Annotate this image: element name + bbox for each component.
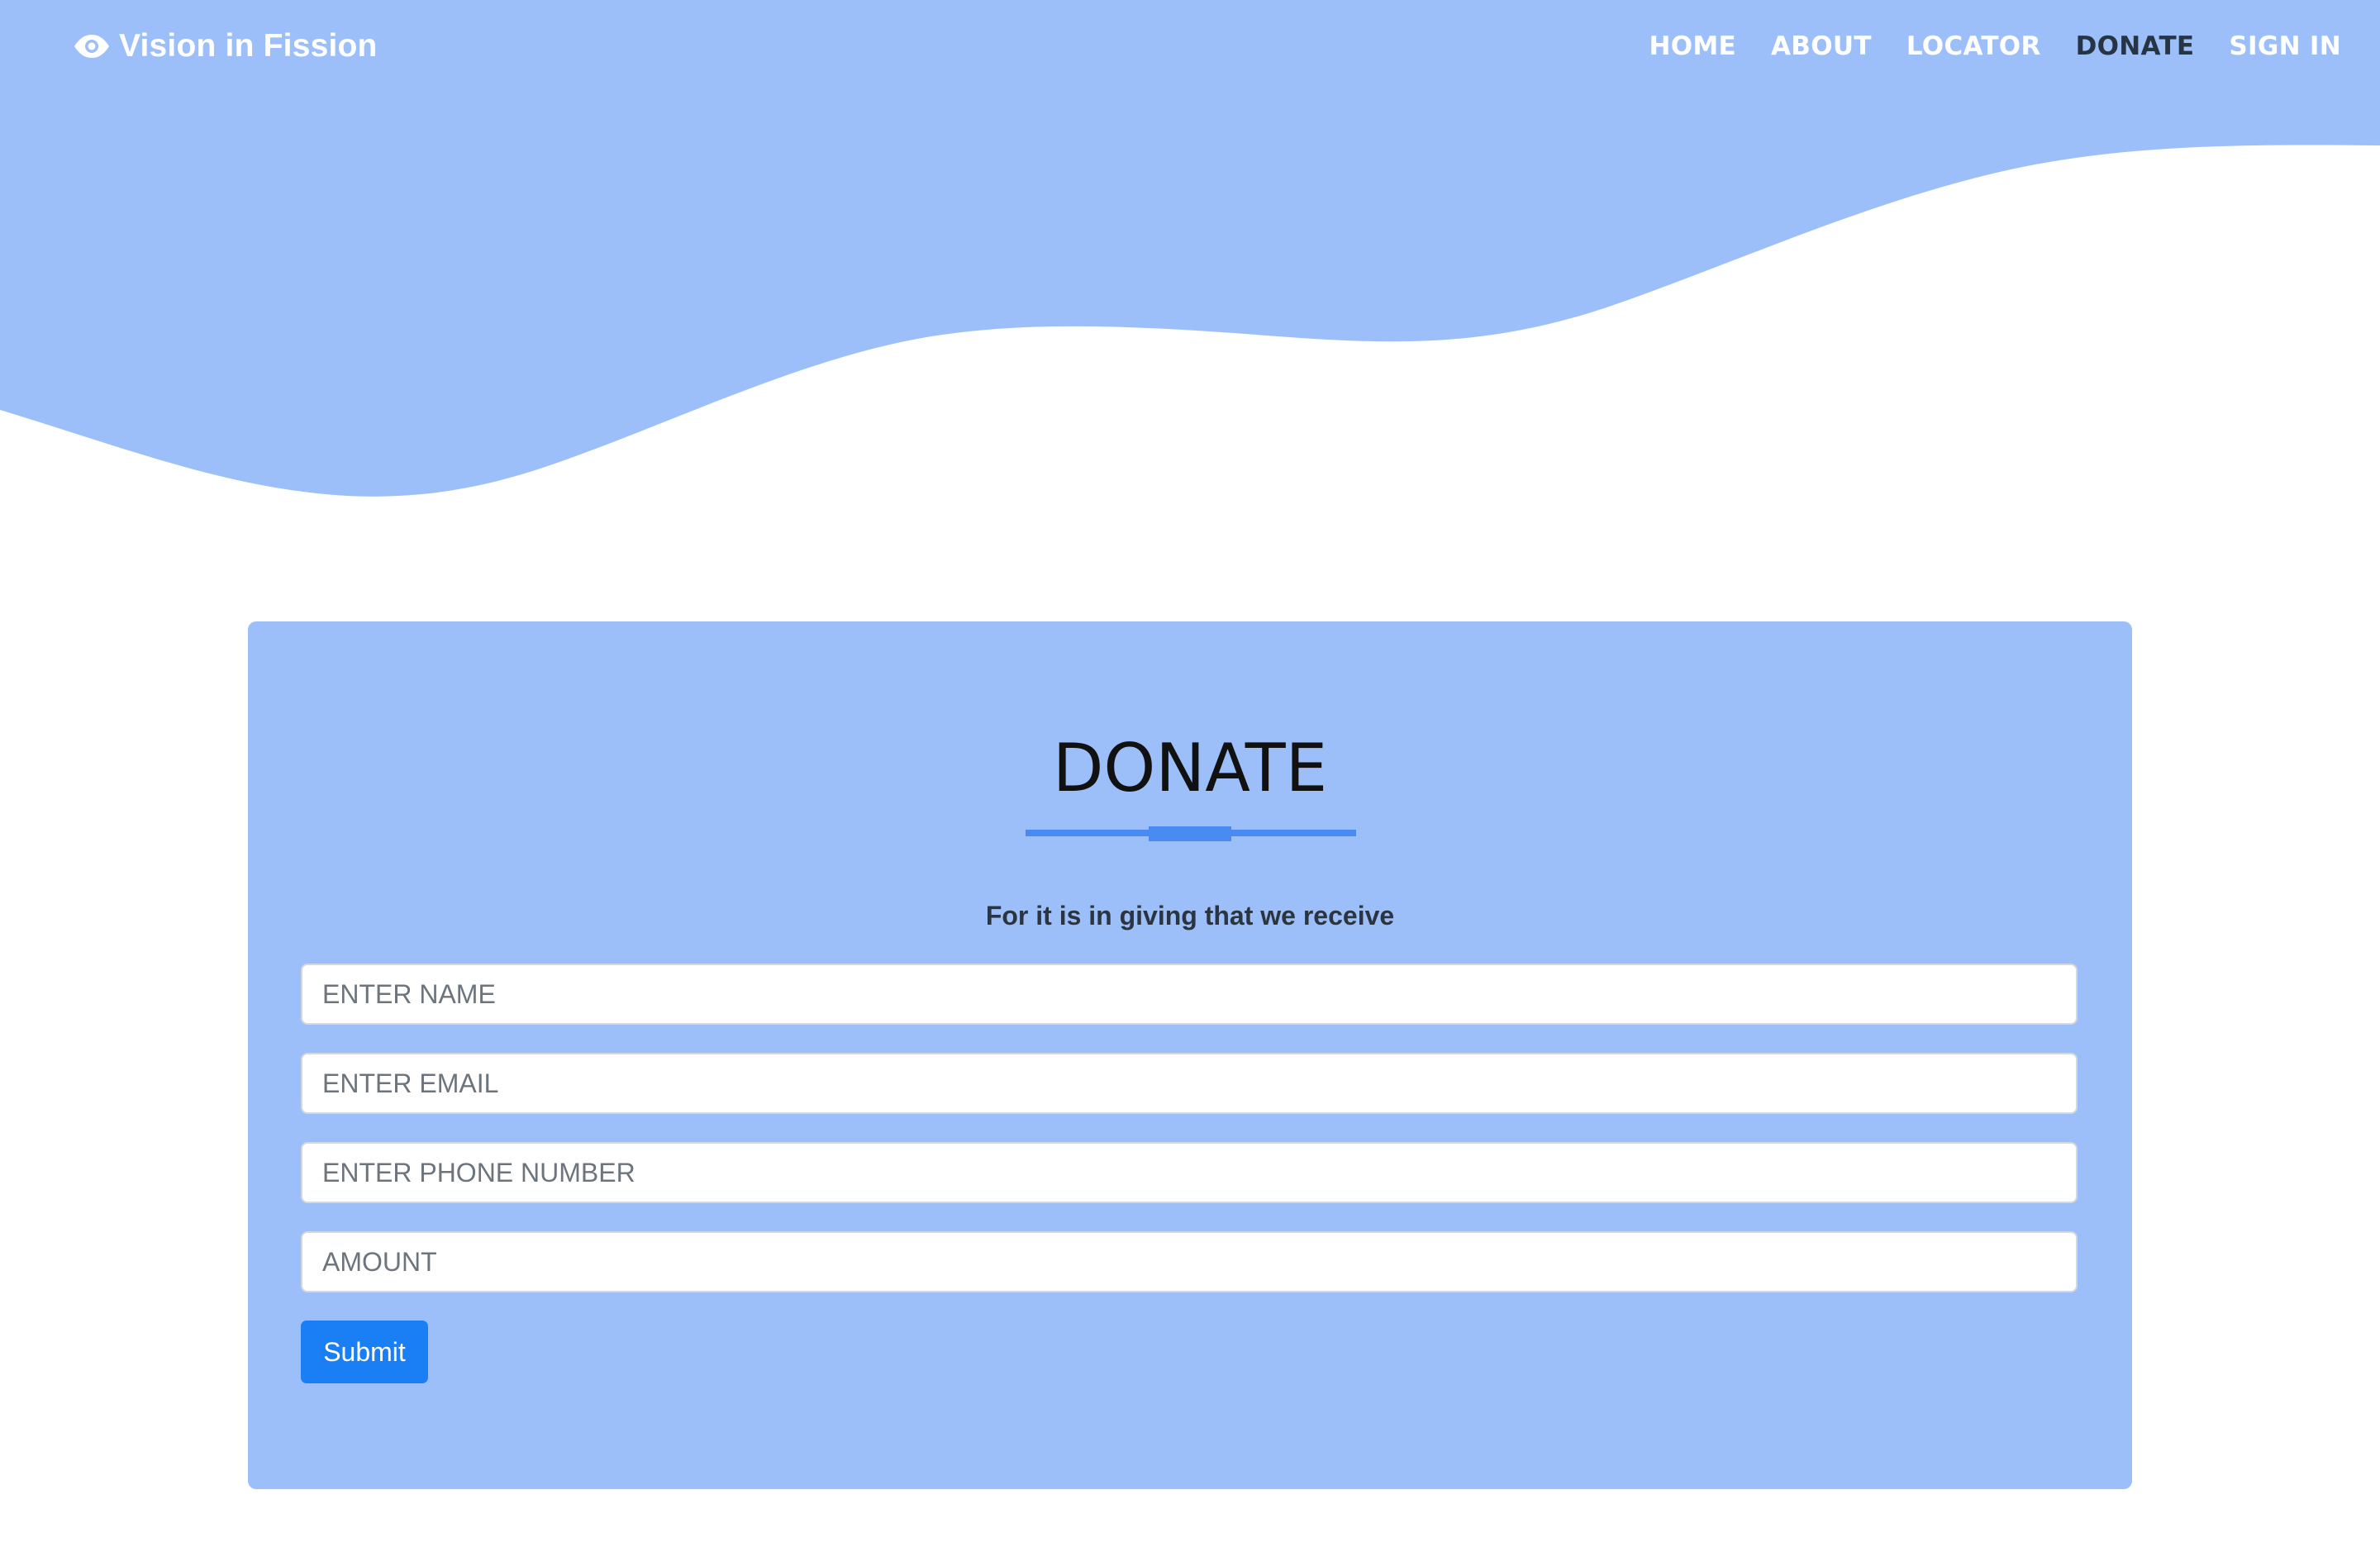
nav-link-donate[interactable]: DONATE <box>2076 31 2195 61</box>
nav-link-about[interactable]: ABOUT <box>1771 31 1872 61</box>
nav-link-locator[interactable]: LOCATOR <box>1906 31 2041 61</box>
donate-title: DONATE <box>1052 730 1328 807</box>
amount-input[interactable] <box>301 1231 2078 1292</box>
top-navbar: Vision in Fission HOME ABOUT LOCATOR DON… <box>0 0 2380 93</box>
brand-logo-link[interactable]: Vision in Fission <box>73 25 378 68</box>
brand-name: Vision in Fission <box>119 28 378 64</box>
nav-link-sign-in[interactable]: SIGN IN <box>2229 31 2341 61</box>
name-input[interactable] <box>301 964 2078 1025</box>
eye-icon <box>74 35 109 58</box>
donate-card: DONATE For it is in giving that we recei… <box>248 621 2132 1489</box>
email-input[interactable] <box>301 1053 2078 1114</box>
submit-button[interactable]: Submit <box>301 1321 428 1383</box>
title-divider-accent <box>1149 826 1231 841</box>
phone-number-input[interactable] <box>301 1142 2078 1203</box>
nav-link-home[interactable]: HOME <box>1649 31 1736 61</box>
donate-subtitle: For it is in giving that we receive <box>985 901 1395 930</box>
nav-links: HOME ABOUT LOCATOR DONATE SIGN IN <box>1649 25 2341 68</box>
